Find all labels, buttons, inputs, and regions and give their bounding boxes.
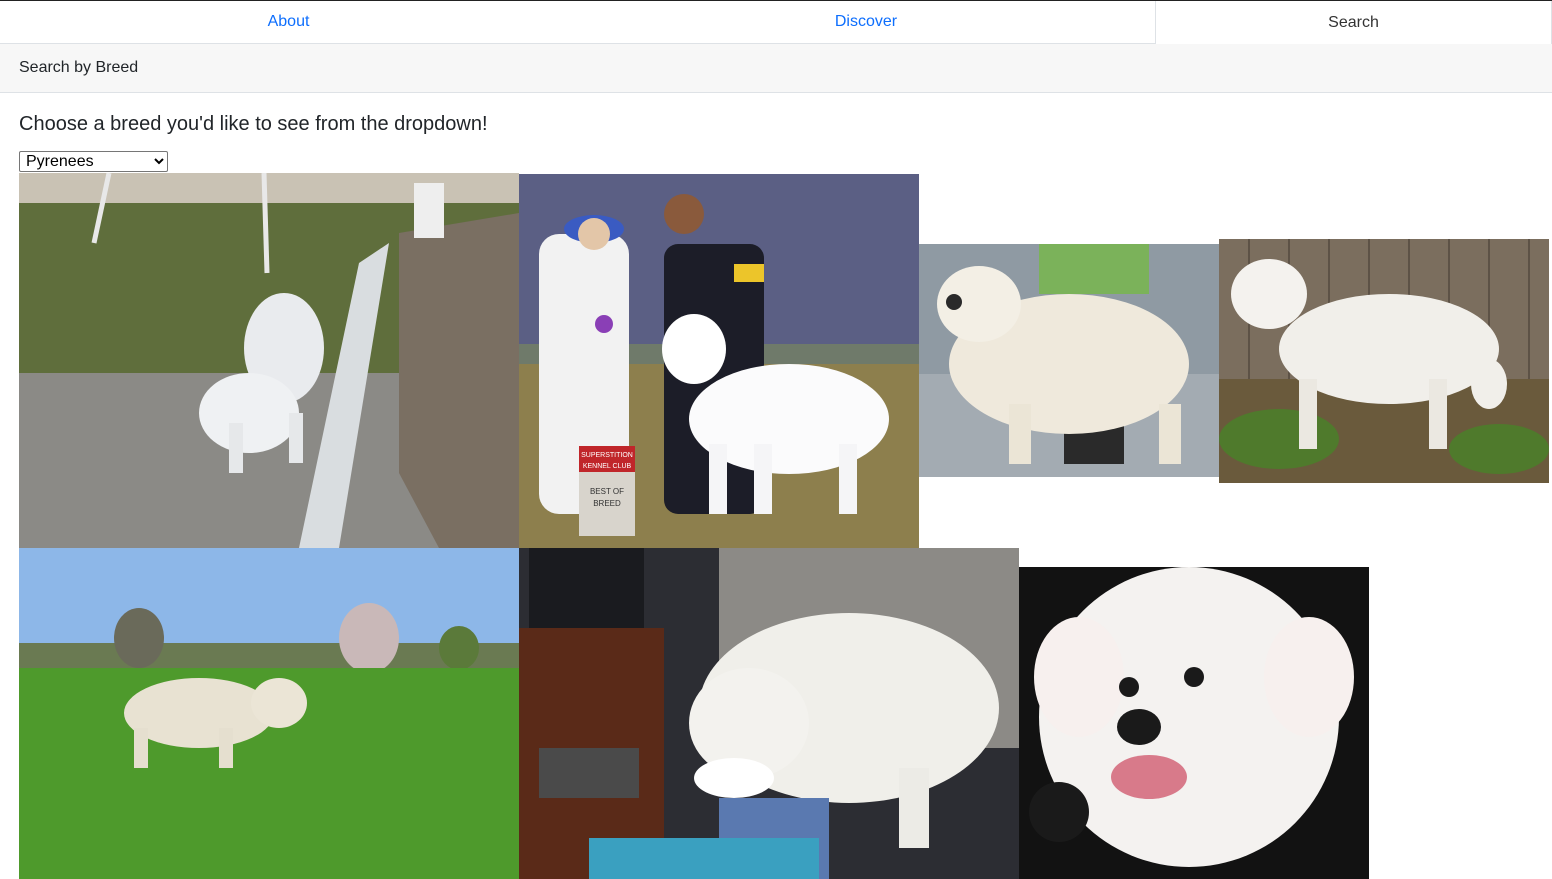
sign-line-1: SUPERSTITION (581, 452, 633, 459)
dog-photo-6 (519, 548, 1019, 879)
sign-line-2: KENNEL CLUB (583, 463, 632, 470)
dog-photo-3 (919, 244, 1219, 477)
page-prompt: Choose a breed you'd like to see from th… (19, 113, 488, 135)
card-header: Search by Breed (0, 44, 1552, 93)
breed-dropdown[interactable]: Pyrenees (19, 151, 168, 172)
card-header-title: Search by Breed (19, 59, 139, 76)
tab-search[interactable]: Search (1155, 1, 1552, 44)
sign-line-3: BEST OF (590, 487, 624, 496)
dog-photo-2: SUPERSTITION KENNEL CLUB BEST OF BREED (519, 174, 919, 548)
tab-about[interactable]: About (0, 1, 577, 43)
sign-line-4: BREED (593, 499, 621, 508)
top-nav: About Discover Search (0, 0, 1552, 44)
dog-photo-4 (1219, 239, 1549, 483)
dog-photo-7 (1019, 567, 1369, 879)
dog-photo-1 (19, 173, 519, 548)
dog-photo-5 (19, 548, 519, 879)
tab-discover[interactable]: Discover (577, 1, 1155, 43)
